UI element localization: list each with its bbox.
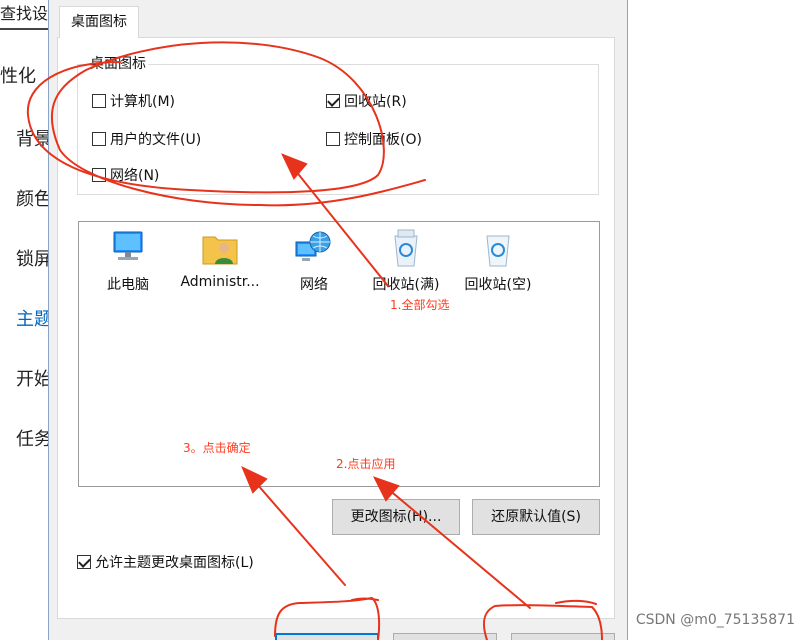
ok-button[interactable] [275,633,379,640]
recycle-bin-full-icon [386,228,426,268]
checkbox-control-panel[interactable]: 控制面板(O) [326,129,422,149]
checkbox-network-box[interactable] [92,168,106,182]
nav-item-lock-screen[interactable]: 锁屏 [16,245,52,271]
network-icon [294,228,334,268]
checkbox-computer[interactable]: 计算机(M) [92,91,175,111]
annotation-step3: 3。点击确定 [183,441,251,455]
annotation-step1: 1.全部勾选 [390,298,450,312]
icon-label-user-files: Administr... [180,274,260,290]
recycle-bin-empty-icon [478,228,518,268]
tab-desktop-icons[interactable]: 桌面图标 [59,6,139,38]
checkbox-control-panel-box[interactable] [326,132,340,146]
checkbox-recycle-bin[interactable]: 回收站(R) [326,91,407,111]
desktop-icons-groupbox: 桌面图标 计算机(M) 回收站(R) 用户的文件(U) 控制面板(O) 网络(N… [77,56,599,195]
checkbox-computer-box[interactable] [92,94,106,108]
icon-item-this-pc[interactable]: 此电脑 [83,228,173,294]
checkbox-network[interactable]: 网络(N) [92,165,159,185]
checkbox-allow-themes-label: 允许主题更改桌面图标(L) [95,555,254,571]
checkbox-network-label: 网络(N) [110,168,160,184]
checkbox-user-files-label: 用户的文件(U) [110,132,202,148]
nav-item-themes[interactable]: 主题 [16,305,52,331]
icon-preview-list[interactable]: 此电脑 Administr... 网络 回收站(满) 回收站(空) [78,221,600,487]
cancel-button[interactable] [393,633,497,640]
checkbox-computer-label: 计算机(M) [110,94,176,110]
tab-panel: 桌面图标 计算机(M) 回收站(R) 用户的文件(U) 控制面板(O) 网络(N… [57,37,615,619]
desktop-icon-settings-dialog: 桌面图标 桌面图标 计算机(M) 回收站(R) 用户的文件(U) 控制面板(O)… [48,0,628,640]
icon-label-recycle-bin-empty: 回收站(空) [464,277,532,293]
nav-item-start[interactable]: 开始 [16,365,52,391]
settings-section-title: 性化 [0,66,36,87]
apply-button[interactable] [511,633,615,640]
nav-item-colors[interactable]: 颜色 [16,185,52,211]
checkbox-control-panel-label: 控制面板(O) [344,132,422,148]
nav-item-taskbar[interactable]: 任务 [16,425,52,451]
checkbox-allow-themes[interactable]: 允许主题更改桌面图标(L) [77,552,254,572]
icon-item-recycle-bin-empty[interactable]: 回收站(空) [453,228,543,294]
change-icon-button[interactable]: 更改图标(H)... [332,499,460,535]
icon-item-recycle-bin-full[interactable]: 回收站(满) [361,228,451,294]
icon-item-user-files[interactable]: Administr... [175,228,265,290]
watermark: CSDN @m0_75135871 [635,612,795,628]
nav-item-background[interactable]: 背景 [16,125,52,151]
desktop-background [628,0,809,640]
checkbox-recycle-bin-box[interactable] [326,94,340,108]
icon-label-this-pc: 此电脑 [107,277,149,293]
computer-icon [108,228,148,268]
restore-default-button[interactable]: 还原默认值(S) [472,499,600,535]
icon-label-recycle-bin-full: 回收站(满) [372,277,440,293]
groupbox-title: 桌面图标 [88,56,148,72]
checkbox-allow-themes-box[interactable] [77,555,91,569]
checkbox-user-files-box[interactable] [92,132,106,146]
annotation-step2: 2.点击应用 [336,457,396,471]
screen: { "background_window": { "search_fragmen… [0,0,809,640]
settings-search-box[interactable]: 查找设置 [0,0,48,30]
icon-label-network: 网络 [300,277,328,293]
user-folder-icon [200,228,240,268]
checkbox-user-files[interactable]: 用户的文件(U) [92,129,201,149]
checkbox-recycle-bin-label: 回收站(R) [344,94,407,110]
icon-item-network[interactable]: 网络 [269,228,359,294]
